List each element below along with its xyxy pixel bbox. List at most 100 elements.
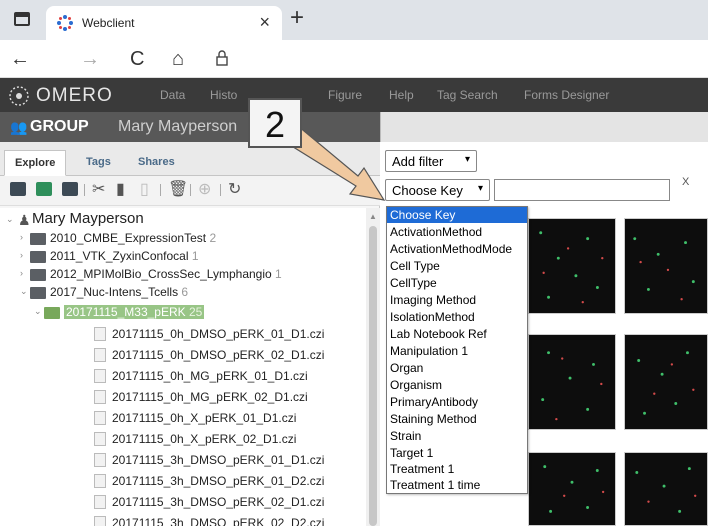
image-name: 20171115_0h_DMSO_pERK_02_D1.czi: [112, 348, 325, 362]
new-tab-button[interactable]: +: [290, 4, 304, 32]
new-project-icon[interactable]: [10, 182, 26, 196]
browser-tab[interactable]: Webclient ×: [46, 6, 282, 40]
tree-image[interactable]: 20171115_3h_DMSO_pERK_02_D1.czi: [82, 494, 362, 512]
project-folder-icon: [30, 251, 46, 263]
tree-scrollbar[interactable]: ▲: [366, 208, 380, 526]
remove-filter-icon[interactable]: X: [682, 176, 689, 188]
option-item[interactable]: Organ: [387, 360, 527, 376]
left-panel: Explore Tags Shares ✂ ▮ ▯ 🗑 ⊕ ↻ ⌄ ♟ Mary…: [0, 142, 380, 526]
add-filter-select[interactable]: Add filter ▾: [385, 150, 477, 172]
refresh-icon[interactable]: ↻: [228, 179, 244, 198]
delete-icon[interactable]: 🗑: [168, 179, 188, 198]
tree-image[interactable]: 20171115_3h_DMSO_pERK_01_D1.czi: [82, 452, 362, 470]
toolbar-divider: [220, 184, 221, 196]
tree-toolbar: ✂ ▮ ▯ 🗑 ⊕ ↻: [0, 176, 380, 206]
project-count: 1: [275, 267, 282, 281]
toolbar-divider: [190, 184, 191, 196]
tree-image[interactable]: 20171115_0h_X_pERK_02_D1.czi: [82, 431, 362, 449]
scrollbar-thumb[interactable]: [369, 226, 377, 526]
project-name: 2017_Nuc-Intens_Tcells: [50, 285, 179, 299]
nav-figure[interactable]: Figure: [328, 88, 362, 102]
option-item[interactable]: Choose Key: [387, 207, 527, 223]
forward-icon[interactable]: →: [80, 48, 100, 71]
nav-history[interactable]: Histo: [210, 88, 237, 102]
image-thumbnail[interactable]: [528, 218, 616, 314]
nav-data[interactable]: Data: [160, 88, 185, 102]
scroll-up-icon[interactable]: ▲: [369, 212, 377, 221]
tree-dataset[interactable]: ⌄ 20171115_M33_pERK 25: [34, 304, 354, 322]
tree-project[interactable]: ⌄ 2017_Nuc-Intens_Tcells 6: [20, 284, 360, 302]
dataset-folder-icon: [44, 307, 60, 319]
option-item[interactable]: Lab Notebook Ref: [387, 326, 527, 342]
nav-forms-designer[interactable]: Forms Designer: [524, 88, 609, 102]
project-label: 2017_Nuc-Intens_Tcells 6: [50, 285, 188, 299]
lock-icon[interactable]: [215, 50, 229, 66]
project-name: 2010_CMBE_ExpressionTest: [50, 231, 207, 245]
option-item[interactable]: CellType: [387, 275, 527, 291]
option-item[interactable]: Cell Type: [387, 258, 527, 274]
tree-project[interactable]: › 2011_VTK_ZyxinConfocal 1: [20, 248, 360, 266]
expand-icon[interactable]: ›: [20, 250, 23, 260]
group-user-name: Mary Mayperson: [118, 118, 238, 135]
tree-project[interactable]: › 2010_CMBE_ExpressionTest 2: [20, 230, 360, 248]
tab-tags[interactable]: Tags: [76, 150, 121, 176]
tree-user[interactable]: ⌄ ♟ Mary Mayperson: [6, 210, 356, 230]
collapse-icon[interactable]: ⌄: [6, 214, 14, 225]
filter-value-input[interactable]: [494, 179, 670, 201]
image-thumbnail[interactable]: [624, 452, 708, 526]
option-item[interactable]: PrimaryAntibody: [387, 394, 527, 410]
option-item[interactable]: Organism: [387, 377, 527, 393]
home-icon[interactable]: ⌂: [172, 48, 184, 71]
collapse-icon[interactable]: ⌄: [34, 306, 42, 317]
chevron-down-icon: ▾: [464, 154, 470, 165]
data-tree: ⌄ ♟ Mary Mayperson › 2010_CMBE_Expressio…: [0, 208, 366, 526]
tree-image[interactable]: 20171115_0h_DMSO_pERK_01_D1.czi: [82, 326, 362, 344]
option-item[interactable]: Treatment 1: [387, 461, 527, 477]
nav-help[interactable]: Help: [389, 88, 414, 102]
tab-explore[interactable]: Explore: [4, 150, 67, 176]
group-selector[interactable]: 👥 GROUP Mary Mayperson: [0, 112, 380, 142]
group-users-icon: 👥: [10, 119, 28, 135]
add-filter-label: Add filter: [392, 154, 444, 169]
image-thumbnail[interactable]: [528, 452, 616, 526]
tree-image[interactable]: 20171115_3h_DMSO_pERK_02_D2.czi: [82, 515, 362, 526]
option-item[interactable]: Treatment 1 time: [387, 477, 527, 493]
image-name: 20171115_0h_DMSO_pERK_01_D1.czi: [112, 327, 325, 341]
tab-shares[interactable]: Shares: [128, 150, 185, 176]
expand-icon[interactable]: ›: [20, 232, 23, 242]
new-dataset-icon[interactable]: [36, 182, 52, 196]
tree-image[interactable]: 20171115_0h_DMSO_pERK_02_D1.czi: [82, 347, 362, 365]
tree-image[interactable]: 20171115_3h_DMSO_pERK_01_D2.czi: [82, 473, 362, 491]
image-thumbnail[interactable]: [624, 218, 708, 314]
tree-image[interactable]: 20171115_0h_MG_pERK_02_D1.czi: [82, 389, 362, 407]
cut-icon[interactable]: ✂: [92, 179, 108, 198]
tree-project[interactable]: › 2012_MPIMolBio_CrossSec_Lymphangio 1: [20, 266, 360, 284]
back-icon[interactable]: ←: [10, 48, 30, 71]
option-item[interactable]: Manipulation 1: [387, 343, 527, 359]
image-name: 20171115_0h_MG_pERK_01_D1.czi: [112, 369, 308, 383]
copy-icon[interactable]: ▮: [116, 179, 132, 198]
dataset-label: 20171115_M33_pERK 25: [64, 305, 205, 319]
tree-image[interactable]: 20171115_0h_X_pERK_01_D1.czi: [82, 410, 362, 428]
new-screen-icon[interactable]: [62, 182, 78, 196]
option-item[interactable]: IsolationMethod: [387, 309, 527, 325]
paste-icon[interactable]: ▯: [140, 179, 156, 198]
image-thumbnail[interactable]: [528, 334, 616, 430]
option-item[interactable]: Strain: [387, 428, 527, 444]
collapse-icon[interactable]: ⌄: [20, 286, 28, 297]
option-item[interactable]: ActivationMethod: [387, 224, 527, 240]
expand-icon[interactable]: ›: [20, 268, 23, 278]
omero-logo-text[interactable]: OMERO: [36, 85, 113, 107]
window-menu-icon[interactable]: [14, 12, 30, 26]
option-item[interactable]: Imaging Method: [387, 292, 527, 308]
reload-icon[interactable]: C: [130, 48, 144, 71]
option-item[interactable]: Staining Method: [387, 411, 527, 427]
image-thumbnail[interactable]: [624, 334, 708, 430]
choose-key-select[interactable]: Choose Key ▾: [385, 179, 490, 201]
share-icon[interactable]: ⊕: [198, 179, 214, 198]
nav-tag-search[interactable]: Tag Search: [437, 88, 498, 102]
option-item[interactable]: ActivationMethodMode: [387, 241, 527, 257]
close-tab-icon[interactable]: ×: [259, 12, 270, 33]
tree-image[interactable]: 20171115_0h_MG_pERK_01_D1.czi: [82, 368, 362, 386]
option-item[interactable]: Target 1: [387, 445, 527, 461]
